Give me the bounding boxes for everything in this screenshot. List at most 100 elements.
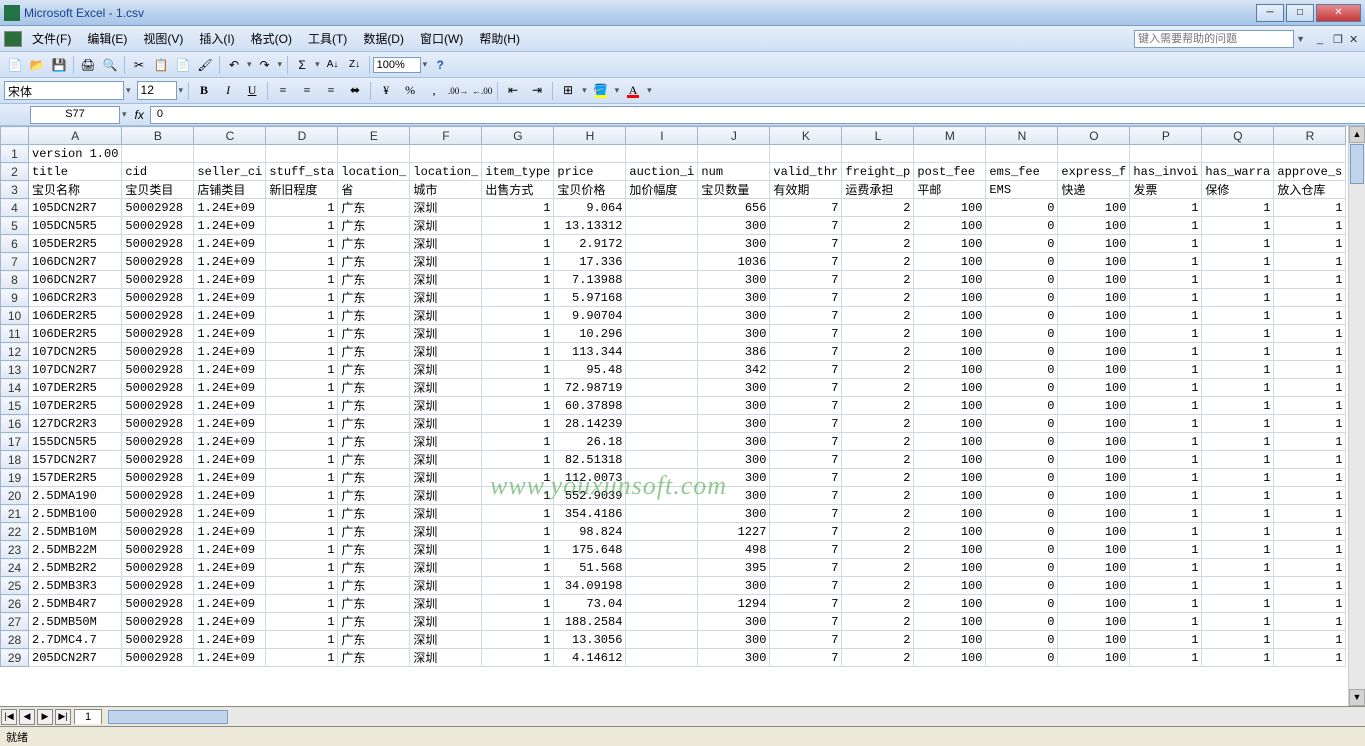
cell[interactable]: 1 xyxy=(1130,415,1202,433)
col-header-M[interactable]: M xyxy=(914,127,986,145)
sort-asc-button[interactable]: A↓ xyxy=(323,55,343,75)
print-button[interactable]: 🖨 xyxy=(78,55,98,75)
cell[interactable]: 深圳 xyxy=(410,361,482,379)
cell[interactable]: 50002928 xyxy=(122,433,194,451)
cell[interactable]: 深圳 xyxy=(410,613,482,631)
cell[interactable]: 1 xyxy=(1274,343,1346,361)
cell[interactable]: 省 xyxy=(338,181,410,199)
cell[interactable]: 2.5DMB4R7 xyxy=(29,595,122,613)
row-header[interactable]: 23 xyxy=(1,541,29,559)
cell[interactable]: 深圳 xyxy=(410,649,482,667)
cell[interactable]: 100 xyxy=(914,307,986,325)
cell[interactable]: 广东 xyxy=(338,613,410,631)
cell[interactable]: 9.90704 xyxy=(554,307,626,325)
cell[interactable]: 50002928 xyxy=(122,199,194,217)
cell[interactable]: 1 xyxy=(1202,559,1274,577)
cell[interactable]: 13.13312 xyxy=(554,217,626,235)
cell[interactable]: 7 xyxy=(770,559,842,577)
cell[interactable]: 1 xyxy=(266,253,338,271)
cell[interactable]: 1 xyxy=(1274,487,1346,505)
select-all-corner[interactable] xyxy=(1,127,29,145)
cell[interactable]: 0 xyxy=(986,415,1058,433)
cell[interactable]: 1 xyxy=(1130,613,1202,631)
cell[interactable]: 13.3056 xyxy=(554,631,626,649)
cell[interactable]: 2 xyxy=(842,361,914,379)
cell[interactable]: 2 xyxy=(842,523,914,541)
cell[interactable]: 105DCN2R7 xyxy=(29,199,122,217)
cell[interactable]: 深圳 xyxy=(410,523,482,541)
cell[interactable]: 100 xyxy=(1058,595,1130,613)
cell[interactable]: 50002928 xyxy=(122,487,194,505)
cell[interactable]: 50002928 xyxy=(122,541,194,559)
cell[interactable]: valid_thr xyxy=(770,163,842,181)
cell[interactable]: 100 xyxy=(914,433,986,451)
cell[interactable]: 1 xyxy=(1274,325,1346,343)
cell[interactable]: 7 xyxy=(770,469,842,487)
cell[interactable]: 7 xyxy=(770,595,842,613)
cell[interactable]: 1 xyxy=(482,577,554,595)
cell[interactable]: 100 xyxy=(1058,505,1130,523)
cell[interactable]: 1.24E+09 xyxy=(194,595,266,613)
cell[interactable]: 2 xyxy=(842,631,914,649)
row-header[interactable]: 11 xyxy=(1,325,29,343)
cell[interactable]: 1 xyxy=(482,379,554,397)
cell[interactable] xyxy=(626,559,698,577)
cell[interactable] xyxy=(626,325,698,343)
cell[interactable]: 广东 xyxy=(338,217,410,235)
cell[interactable]: 106DCN2R7 xyxy=(29,271,122,289)
cell[interactable]: 100 xyxy=(1058,541,1130,559)
cell[interactable] xyxy=(626,433,698,451)
cell[interactable]: 1 xyxy=(1130,307,1202,325)
cell[interactable]: 广东 xyxy=(338,379,410,397)
fill-color-button[interactable]: 🪣 xyxy=(590,81,612,101)
cell[interactable] xyxy=(554,145,626,163)
cell[interactable] xyxy=(626,415,698,433)
cell[interactable]: 1 xyxy=(1202,361,1274,379)
menu-window[interactable]: 窗口(W) xyxy=(412,27,471,50)
cell[interactable] xyxy=(1274,145,1346,163)
cell[interactable]: 73.04 xyxy=(554,595,626,613)
cell[interactable]: 300 xyxy=(698,307,770,325)
cell[interactable]: 100 xyxy=(1058,523,1130,541)
close-button[interactable]: ✕ xyxy=(1316,4,1361,22)
cell[interactable]: 7 xyxy=(770,631,842,649)
cell[interactable]: 1.24E+09 xyxy=(194,361,266,379)
cell[interactable]: 1 xyxy=(482,649,554,667)
cell[interactable]: 50002928 xyxy=(122,469,194,487)
cell[interactable]: location_ xyxy=(410,163,482,181)
menu-view[interactable]: 视图(V) xyxy=(135,27,191,50)
vscroll-thumb[interactable] xyxy=(1350,144,1364,184)
cell[interactable] xyxy=(626,541,698,559)
cell[interactable]: 50002928 xyxy=(122,361,194,379)
cell[interactable]: 1.24E+09 xyxy=(194,307,266,325)
cell[interactable]: 0 xyxy=(986,487,1058,505)
paste-button[interactable]: 📄 xyxy=(173,55,193,75)
cell[interactable]: 1 xyxy=(1274,253,1346,271)
cell[interactable]: 0 xyxy=(986,631,1058,649)
menu-data[interactable]: 数据(D) xyxy=(355,27,412,50)
col-header-C[interactable]: C xyxy=(194,127,266,145)
align-center-button[interactable]: ≡ xyxy=(296,81,318,101)
cell[interactable]: 0 xyxy=(986,559,1058,577)
cell[interactable]: 7 xyxy=(770,325,842,343)
row-header[interactable]: 19 xyxy=(1,469,29,487)
cell[interactable]: 100 xyxy=(1058,577,1130,595)
cell[interactable]: 深圳 xyxy=(410,559,482,577)
cell[interactable]: 1 xyxy=(1130,451,1202,469)
cell[interactable]: 1 xyxy=(482,343,554,361)
cell[interactable]: 1 xyxy=(1130,397,1202,415)
cell[interactable]: 广东 xyxy=(338,361,410,379)
cell[interactable]: 2 xyxy=(842,559,914,577)
cell[interactable]: 0 xyxy=(986,361,1058,379)
row-header[interactable]: 29 xyxy=(1,649,29,667)
decrease-indent-button[interactable]: ⇤ xyxy=(502,81,524,101)
cell[interactable]: 2 xyxy=(842,487,914,505)
cell[interactable]: 1.24E+09 xyxy=(194,649,266,667)
increase-decimal-button[interactable]: .00→ xyxy=(447,81,469,101)
cell[interactable] xyxy=(410,145,482,163)
cell[interactable]: 1.24E+09 xyxy=(194,541,266,559)
cell[interactable]: 广东 xyxy=(338,343,410,361)
cell[interactable]: 1 xyxy=(482,631,554,649)
cell[interactable]: 300 xyxy=(698,577,770,595)
cell[interactable]: 100 xyxy=(1058,649,1130,667)
